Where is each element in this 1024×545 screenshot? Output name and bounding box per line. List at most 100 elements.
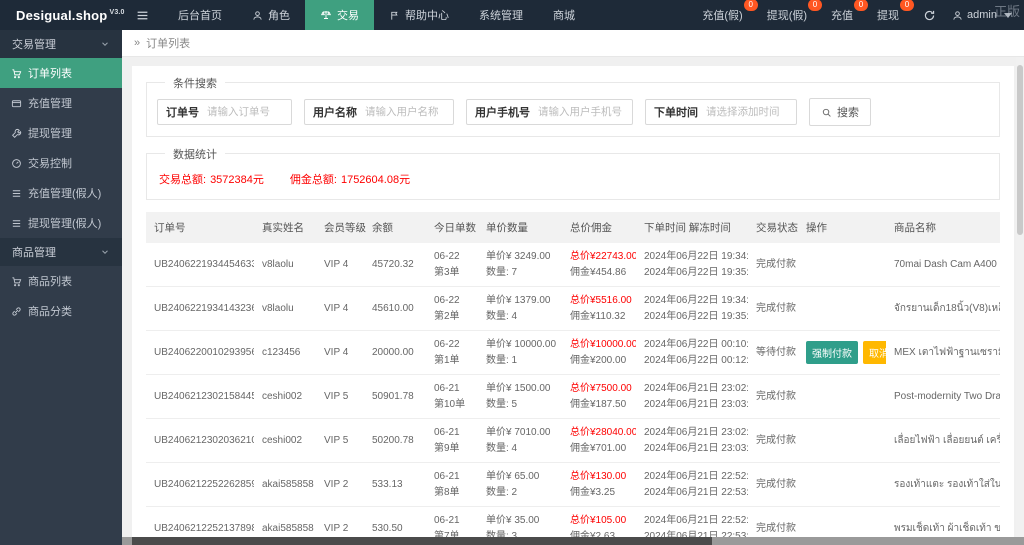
search-legend: 条件搜索 bbox=[165, 75, 225, 91]
nav-item-help[interactable]: 帮助中心 bbox=[374, 0, 464, 30]
row-action-button[interactable]: 取消订单 bbox=[863, 341, 886, 364]
search-button[interactable]: 搜索 bbox=[809, 98, 871, 126]
row-actions: 强制付款取消订单 bbox=[806, 341, 886, 364]
order-time-input[interactable] bbox=[706, 106, 796, 118]
order-no-input[interactable] bbox=[207, 106, 291, 118]
sidebar-item-goods-list[interactable]: 商品列表 bbox=[0, 266, 122, 296]
nav-item-trade[interactable]: 交易 bbox=[305, 0, 374, 30]
order-no-label: 订单号 bbox=[166, 107, 199, 119]
cell-today-orders: 06-21 第10单 bbox=[426, 374, 478, 419]
horizontal-scrollbar-thumb[interactable] bbox=[132, 537, 712, 545]
nav-item-system[interactable]: 系统管理 bbox=[464, 0, 538, 30]
col-total-commission: 总价佣金 bbox=[562, 212, 636, 243]
cell-balance: 50200.78 bbox=[364, 418, 426, 463]
cell-unit-qty: 单价¥ 3249.00 数量: 7 bbox=[478, 243, 562, 287]
username-input[interactable] bbox=[365, 106, 453, 118]
cell-product: MEX เตาไฟฟ้าฐานเซรามิก 4 หัวเตา รุ่น HVC… bbox=[886, 330, 1000, 375]
sidebar: 交易管理 订单列表 充值管理 提现管理 交易控制 充值管理(假人) 提现管理(假… bbox=[0, 30, 122, 545]
col-product: 商品名称 bbox=[886, 212, 1000, 243]
flag-icon bbox=[391, 11, 398, 20]
nav-item-home[interactable]: 后台首页 bbox=[163, 0, 237, 30]
cell-times: 2024年06月22日 19:34:452024年06月22日 19:35:59 bbox=[636, 243, 748, 287]
stats-legend: 数据统计 bbox=[165, 146, 225, 162]
cell-vip-level: VIP 5 bbox=[316, 374, 364, 419]
sidebar-item-goods-category[interactable]: 商品分类 bbox=[0, 296, 122, 326]
cell-product: 70mai Dash Cam A400 2K กล้องติดรถยนต์ คว bbox=[886, 243, 1000, 287]
search-row: 订单号 用户名称 用户手机号 下单时间 搜索 bbox=[157, 98, 989, 126]
quick-recharge-fake[interactable]: 充值(假) 0 bbox=[702, 0, 758, 23]
top-nav: 后台首页 角色 交易 帮助中心 系统管理 商城 bbox=[163, 0, 590, 30]
table-row: UB2406212302036210 ceshi002 VIP 5 50200.… bbox=[146, 418, 1000, 463]
vertical-scrollbar-thumb[interactable] bbox=[1017, 65, 1023, 235]
table-row: UB2406212302158445 ceshi002 VIP 5 50901.… bbox=[146, 374, 1000, 419]
cell-total-commission: 总价¥7500.00 佣金¥187.50 bbox=[562, 374, 636, 419]
cell-total-commission: 总价¥28040.00 佣金¥701.00 bbox=[562, 418, 636, 463]
quick-withdraw-fake[interactable]: 提现(假) 0 bbox=[767, 0, 823, 23]
cell-order-no: UB2406221934454633 bbox=[146, 243, 254, 287]
col-order-no: 订单号 bbox=[146, 212, 254, 243]
nav-item-mall[interactable]: 商城 bbox=[538, 0, 590, 30]
cell-today-orders: 06-21 第8单 bbox=[426, 462, 478, 507]
col-today-orders: 今日单数 bbox=[426, 212, 478, 243]
cell-vip-level: VIP 4 bbox=[316, 243, 364, 287]
cell-actions bbox=[798, 418, 886, 463]
order-time-label: 下单时间 bbox=[654, 107, 698, 119]
sidebar-group-trade[interactable]: 交易管理 bbox=[0, 30, 122, 58]
phone-field-group: 用户手机号 bbox=[466, 99, 633, 125]
vertical-scrollbar[interactable] bbox=[1016, 57, 1024, 537]
nav-item-roles[interactable]: 角色 bbox=[237, 0, 305, 30]
cell-status: 完成付款 bbox=[748, 418, 798, 463]
card-icon bbox=[11, 99, 22, 107]
sidebar-item-recharge-mgmt-fake[interactable]: 充值管理(假人) bbox=[0, 178, 122, 208]
sidebar-group-goods[interactable]: 商品管理 bbox=[0, 238, 122, 266]
logo[interactable]: Desigual.shop V3.0 bbox=[0, 0, 124, 30]
order-no-field-group: 订单号 bbox=[157, 99, 292, 125]
user-menu[interactable]: admin bbox=[952, 9, 1012, 21]
stats-line: 交易总额: 3572384元 佣金总额: 1752604.08元 bbox=[157, 169, 989, 191]
cell-order-no: UB2406220010293956 bbox=[146, 330, 254, 375]
cell-balance: 45610.00 bbox=[364, 286, 426, 331]
cell-real-name: c123456 bbox=[254, 330, 316, 375]
sidebar-item-recharge-mgmt[interactable]: 充值管理 bbox=[0, 88, 122, 118]
status-badge: 完成付款 bbox=[756, 302, 796, 314]
cell-total-commission: 总价¥22743.00 佣金¥454.86 bbox=[562, 243, 636, 287]
badge-count: 0 bbox=[808, 0, 823, 11]
collapse-menu-button[interactable] bbox=[122, 0, 163, 30]
sidebar-item-order-list[interactable]: 订单列表 bbox=[0, 58, 122, 88]
refresh-button[interactable] bbox=[923, 9, 936, 22]
cell-real-name: ceshi002 bbox=[254, 374, 316, 419]
top-bar: Desigual.shop V3.0 后台首页 角色 交易 帮助中心 系统管理 商… bbox=[0, 0, 1024, 30]
main-panel: 条件搜索 订单号 用户名称 用户手机号 下单时间 搜索 bbox=[132, 66, 1014, 545]
cell-real-name: v8laolu bbox=[254, 286, 316, 331]
cell-status: 等待付款 bbox=[748, 330, 798, 375]
cell-real-name: ceshi002 bbox=[254, 418, 316, 463]
cell-today-orders: 06-22 第3单 bbox=[426, 243, 478, 287]
commission-total: 佣金总额: 1752604.08元 bbox=[289, 174, 411, 186]
chevron-down-icon bbox=[102, 250, 108, 254]
page-title: 订单列表 bbox=[146, 38, 191, 50]
sidebar-item-trade-control[interactable]: 交易控制 bbox=[0, 148, 122, 178]
horizontal-scrollbar[interactable] bbox=[122, 537, 1024, 545]
table-body: UB2406221934454633 v8laolu VIP 4 45720.3… bbox=[146, 243, 1000, 545]
cell-total-commission: 总价¥5516.00 佣金¥110.32 bbox=[562, 286, 636, 331]
quick-withdraw[interactable]: 提现 0 bbox=[877, 0, 915, 23]
cell-balance: 50901.78 bbox=[364, 374, 426, 419]
phone-input[interactable] bbox=[538, 106, 632, 118]
cell-unit-qty: 单价¥ 10000.00 数量: 1 bbox=[478, 330, 562, 375]
sidebar-item-withdraw-mgmt[interactable]: 提现管理 bbox=[0, 118, 122, 148]
cell-times: 2024年06月21日 23:02:152024年06月21日 23:03:23 bbox=[636, 374, 748, 419]
row-action-button[interactable]: 强制付款 bbox=[806, 341, 858, 364]
cell-product: จักรยานเด็ก18นิ้ว(V8)เหล็ก แถมตะกร้าและข… bbox=[886, 286, 1000, 331]
refresh-icon bbox=[924, 10, 935, 20]
col-vip-level: 会员等级 bbox=[316, 212, 366, 243]
cell-vip-level: VIP 4 bbox=[316, 330, 364, 375]
status-badge: 完成付款 bbox=[756, 478, 796, 490]
username-label: 用户名称 bbox=[313, 107, 357, 119]
sidebar-item-withdraw-mgmt-fake[interactable]: 提现管理(假人) bbox=[0, 208, 122, 238]
user-icon bbox=[253, 10, 262, 20]
cell-product: Post-modernity Two Drawer Mirror Nightst… bbox=[886, 374, 1000, 419]
status-badge: 完成付款 bbox=[756, 522, 796, 534]
cell-actions bbox=[798, 462, 886, 507]
cell-status: 完成付款 bbox=[748, 462, 798, 507]
quick-recharge[interactable]: 充值 0 bbox=[831, 0, 869, 23]
